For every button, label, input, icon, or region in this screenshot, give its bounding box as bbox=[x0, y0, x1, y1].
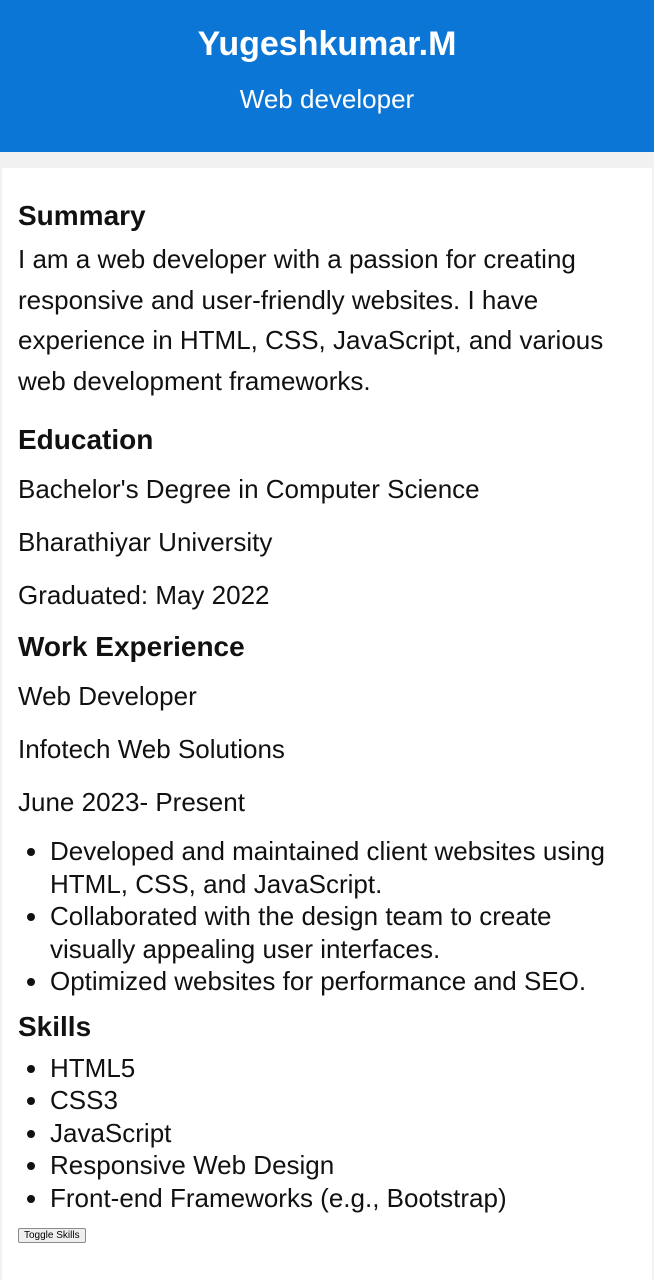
work-period: June 2023- Present bbox=[18, 787, 245, 817]
education-university: Bharathiyar University bbox=[18, 527, 273, 557]
list-item: CSS3 bbox=[50, 1084, 638, 1117]
work-company: Infotech Web Solutions bbox=[18, 734, 285, 764]
education-heading: Education bbox=[18, 424, 154, 455]
toggle-skills-button[interactable]: Toggle Skills bbox=[18, 1228, 86, 1243]
summary-text: I am a web developer with a passion for … bbox=[18, 244, 604, 396]
list-item: Optimized websites for performance and S… bbox=[50, 965, 638, 998]
summary-heading: Summary bbox=[18, 200, 146, 231]
education-degree: Bachelor's Degree in Computer Science bbox=[18, 474, 480, 504]
work-heading: Work Experience bbox=[18, 631, 245, 662]
profile-role: Web developer bbox=[239, 84, 415, 114]
work-position: Web Developer bbox=[18, 681, 197, 711]
list-item: Front-end Frameworks (e.g., Bootstrap) bbox=[50, 1182, 638, 1215]
list-item: Responsive Web Design bbox=[50, 1149, 638, 1182]
skills-list: HTML5 CSS3 JavaScript Responsive Web Des… bbox=[18, 1052, 638, 1215]
skills-heading: Skills bbox=[18, 1010, 92, 1042]
profile-name: Yugeshkumar.M bbox=[197, 25, 457, 63]
list-item: Collaborated with the design team to cre… bbox=[50, 900, 638, 965]
resume-card: Summary I am a web developer with a pass… bbox=[2, 168, 652, 1280]
list-item: JavaScript bbox=[50, 1117, 638, 1150]
education-graduated: Graduated: May 2022 bbox=[18, 580, 270, 610]
page-header: Yugeshkumar.M Web developer bbox=[0, 0, 654, 152]
list-item: Developed and maintained client websites… bbox=[50, 835, 638, 900]
work-duties-list: Developed and maintained client websites… bbox=[18, 835, 638, 998]
list-item: HTML5 bbox=[50, 1052, 638, 1085]
